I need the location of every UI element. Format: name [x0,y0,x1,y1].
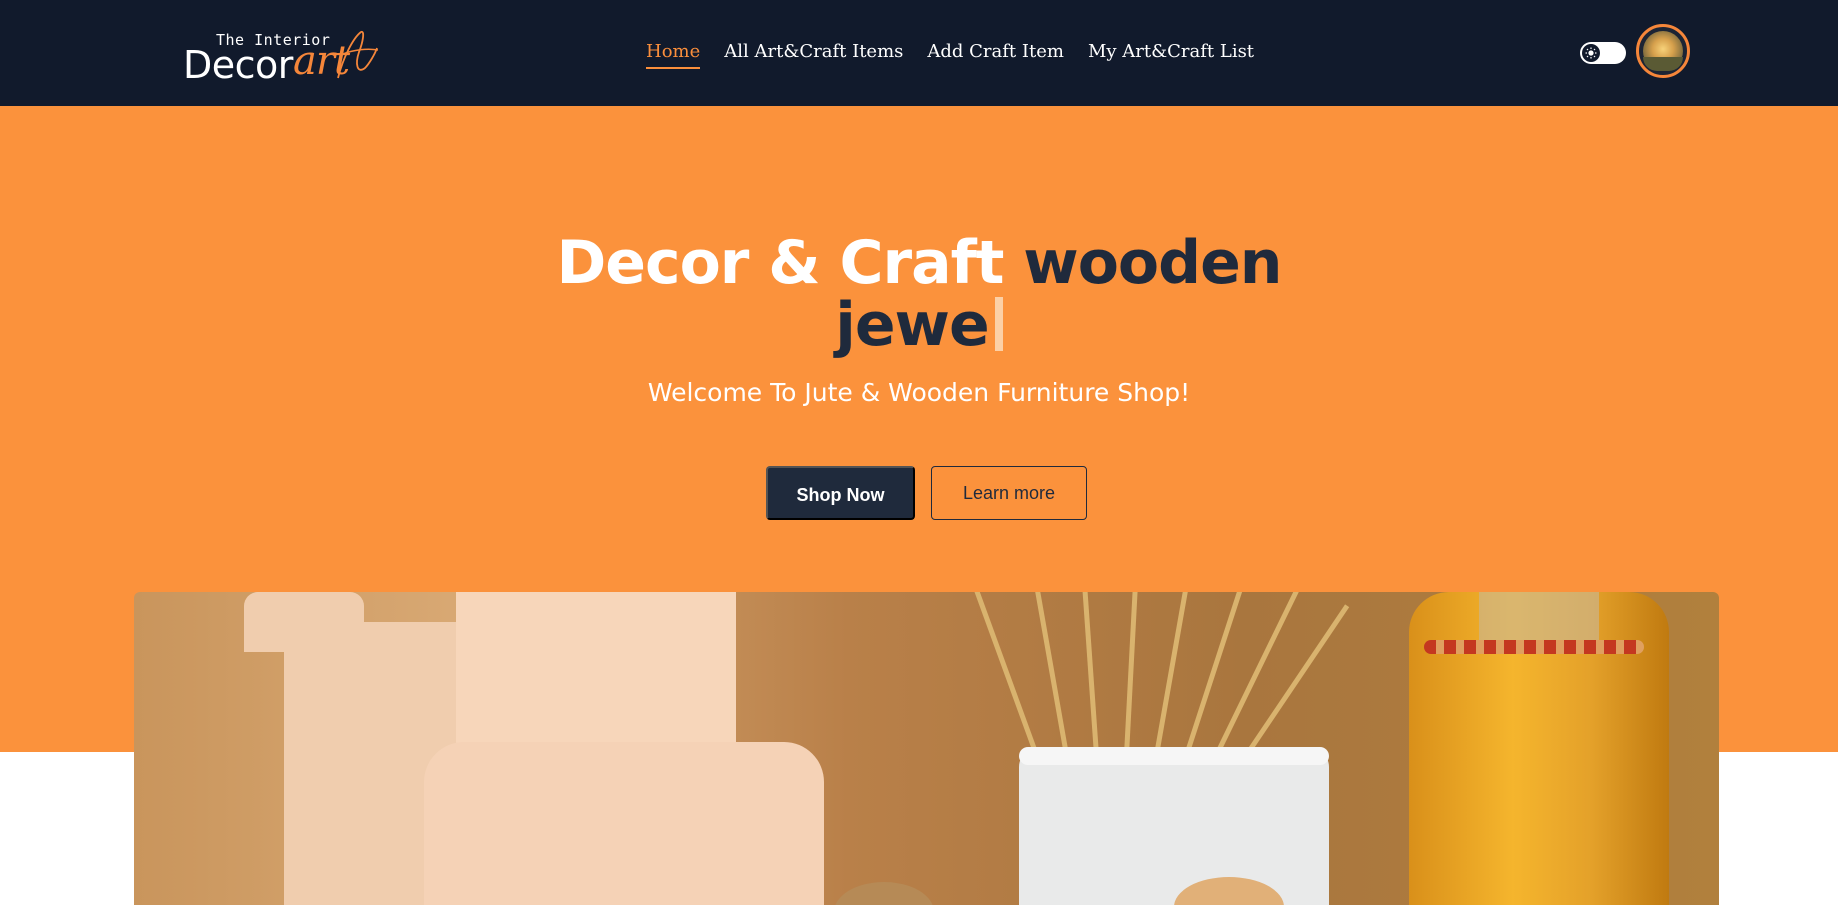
wooden-spoon [834,882,934,905]
learn-more-button[interactable]: Learn more [931,466,1087,520]
hero-title-typed-line2: jewe [835,290,989,360]
dried-stem [1244,604,1350,757]
dried-stem [1184,592,1251,756]
dried-stem [972,592,1039,756]
hero-title-typed-line1: wooden [1023,228,1282,298]
hero-title: Decor & Craft wooden jewe [0,232,1838,356]
logo-name: Decor [183,43,293,87]
site-logo[interactable]: The Interior Decor art [183,26,378,87]
shop-now-button[interactable]: Shop Now [766,466,915,520]
cutting-board-handle [244,592,364,652]
dried-stem [1124,592,1141,756]
nav-add-craft-item[interactable]: Add Craft Item [927,39,1064,69]
sun-icon [1585,47,1597,59]
hero-banner-image [134,592,1719,905]
bottle-berries [1424,640,1644,654]
nav-my-art-craft-list[interactable]: My Art&Craft List [1088,39,1254,69]
dried-stem [1154,592,1196,756]
navbar: The Interior Decor art Home All Art&Craf… [0,0,1838,106]
dried-stem [1029,592,1069,756]
logo-swash-icon [337,30,378,79]
nav-home[interactable]: Home [646,39,701,69]
toggle-knob [1582,44,1600,62]
main-nav: Home All Art&Craft Items Add Craft Item … [646,39,1278,69]
avatar-image [1643,31,1683,71]
hero-title-static: Decor & Craft [556,228,1005,298]
ceramic-vase [1019,747,1329,905]
typing-cursor [994,297,1003,351]
dried-stem [1079,592,1099,756]
hero-subtitle: Welcome To Jute & Wooden Furniture Shop! [647,378,1191,407]
nav-all-art-craft-items[interactable]: All Art&Craft Items [724,39,903,69]
cutting-board-front [424,742,824,905]
theme-toggle[interactable] [1580,42,1626,64]
user-avatar[interactable] [1636,24,1690,78]
